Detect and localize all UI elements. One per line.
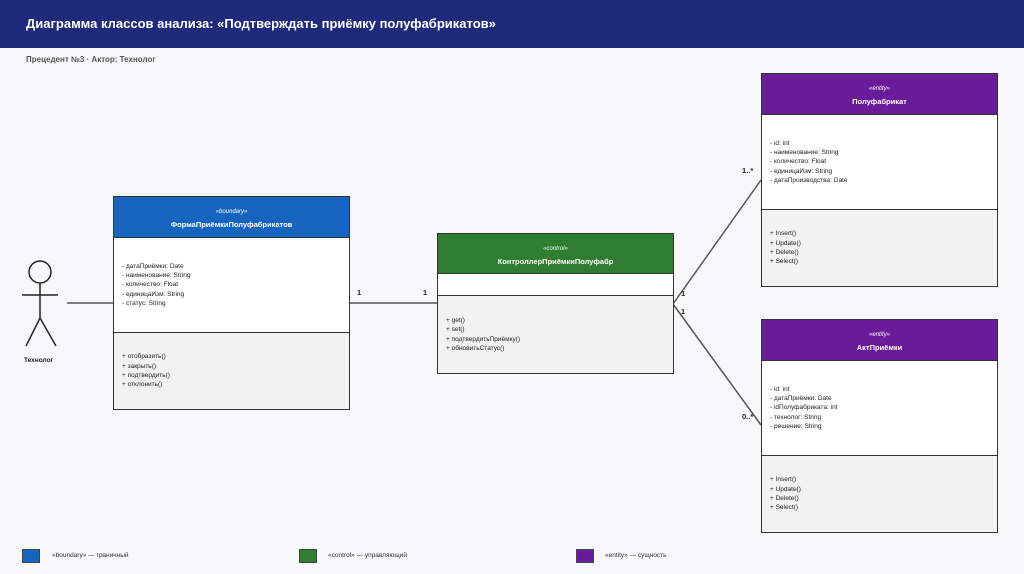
class-act: «entity» АктПриёмки - id: int - датаПриё…	[761, 319, 998, 533]
attribute: - наименование: String	[122, 272, 191, 280]
class-semi-header: «entity» Полуфабрикат	[762, 74, 997, 115]
legend-boundary: «boundary» — граничный	[52, 552, 129, 559]
multiplicity: 1	[681, 307, 686, 316]
operation: + подтвердитьПриёмку()	[446, 335, 521, 343]
class-act-name: АктПриёмки	[856, 343, 903, 352]
class-controller-operations: + get() + set() + подтвердитьПриёмку() +…	[438, 296, 673, 373]
class-semi-stereotype: «entity»	[868, 86, 890, 92]
class-semi: «entity» Полуфабрикат - id: int - наимен…	[761, 73, 998, 287]
class-form-operations: + отобразить() + закрыть() + подтвердить…	[114, 333, 349, 409]
legend-entity: «entity» — сущность	[605, 552, 667, 559]
legend-control: «control» — управляющий	[328, 552, 407, 559]
class-semi-attributes: - id: int - наименование: String - колич…	[762, 115, 997, 210]
actor-icon	[22, 260, 58, 347]
operation: + подтвердить()	[122, 372, 170, 379]
attribute: - датаПриёмки: Date	[770, 395, 832, 403]
class-controller: «control» КонтроллерПриёмкиПолуфабр + ge…	[437, 233, 674, 374]
controller-semi-association	[672, 179, 762, 305]
multiplicity: 1	[357, 288, 362, 297]
attribute: - решение: String	[770, 422, 822, 430]
class-controller-attributes	[438, 274, 673, 296]
operation: + отобразить()	[122, 353, 166, 361]
class-semi-name: Полуфабрикат	[852, 97, 907, 106]
attribute: - количество: Float	[770, 158, 827, 166]
class-form: «boundary» ФормаПриёмкиПолуфабрикатов - …	[113, 196, 350, 410]
class-act-attributes: - id: int - датаПриёмки: Date - idПолуфа…	[762, 361, 997, 456]
class-form-attributes: - датаПриёмки: Date - наименование: Stri…	[114, 238, 349, 333]
attribute: - статус: String	[122, 299, 166, 307]
class-controller-header: «control» КонтроллерПриёмкиПолуфабр	[438, 234, 673, 274]
operation: + Insert()	[770, 230, 797, 238]
attribute: - единицаИзм: String	[770, 167, 833, 175]
attribute: - датаПриёмки: Date	[122, 262, 184, 270]
attribute: - idПолуфабриката: int	[770, 404, 838, 412]
attribute: - id: int	[770, 139, 790, 147]
legend-swatch-entity	[576, 549, 594, 563]
operation: + Select()	[770, 504, 798, 512]
class-form-name: ФормаПриёмкиПолуфабрикатов	[170, 220, 293, 229]
operation: + обновитьСтатус()	[446, 344, 505, 352]
attribute: - наименование: String	[770, 149, 839, 157]
multiplicity: 1	[681, 289, 686, 298]
operation: + Delete()	[770, 249, 799, 256]
operation: + Insert()	[770, 476, 797, 484]
legend-swatch-boundary	[22, 549, 40, 563]
class-controller-name: КонтроллерПриёмкиПолуфабр	[497, 257, 614, 266]
operation: + отклонить()	[122, 381, 163, 389]
operation: + set()	[446, 326, 465, 334]
class-controller-stereotype: «control»	[543, 246, 568, 252]
class-act-operations: + Insert() + Update() + Delete() + Selec…	[762, 456, 997, 532]
attribute: - датаПроизводства: Date	[770, 176, 848, 184]
legend-swatch-control	[299, 549, 317, 563]
multiplicity: 1..*	[742, 166, 754, 175]
operation: + Select()	[770, 258, 798, 266]
class-form-header: «boundary» ФормаПриёмкиПолуфабрикатов	[114, 197, 349, 238]
class-act-stereotype: «entity»	[868, 332, 890, 338]
class-act-header: «entity» АктПриёмки	[762, 320, 997, 361]
operation: + Delete()	[770, 495, 799, 502]
class-semi-operations: + Insert() + Update() + Delete() + Selec…	[762, 210, 997, 286]
multiplicity: 1	[423, 288, 428, 297]
class-form-stereotype: «boundary»	[215, 209, 248, 215]
operation: + Update()	[770, 485, 801, 493]
controller-act-association	[672, 303, 762, 426]
attribute: - технолог: String	[770, 413, 822, 421]
operation: + get()	[446, 316, 465, 324]
attribute: - единицаИзм: String	[122, 290, 185, 298]
attribute: - id: int	[770, 385, 790, 393]
actor-label: Технолог	[24, 357, 54, 364]
multiplicity: 0..*	[742, 412, 754, 421]
operation: + закрыть()	[122, 362, 157, 370]
attribute: - количество: Float	[122, 281, 179, 289]
operation: + Update()	[770, 239, 801, 247]
